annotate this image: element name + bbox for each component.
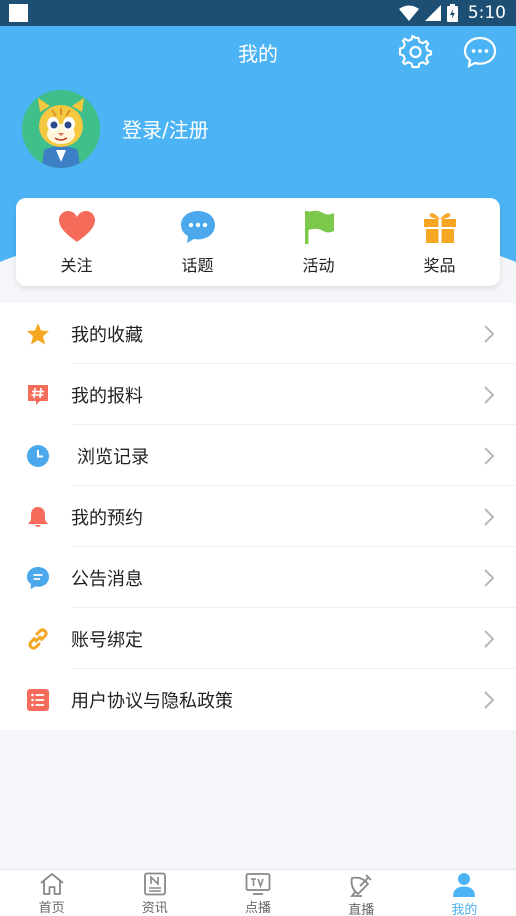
news-icon <box>143 872 166 896</box>
menu-label: 我的报料 <box>71 385 143 407</box>
battery-icon <box>446 4 458 22</box>
bell-icon <box>28 507 48 527</box>
signal-icon <box>424 5 441 21</box>
quick-prizes[interactable]: 奖品 <box>379 198 500 286</box>
flag-icon <box>304 210 334 244</box>
status-bar: 5:10 <box>0 0 516 26</box>
wifi-icon <box>398 5 419 21</box>
tab-live[interactable]: 直播 <box>310 870 413 916</box>
gift-icon <box>423 213 456 243</box>
menu-label: 浏览记录 <box>77 446 149 468</box>
quick-topics-label: 话题 <box>181 256 214 275</box>
menu-label: 用户协议与隐私政策 <box>71 690 233 712</box>
home-icon <box>40 873 64 895</box>
quick-activities[interactable]: 活动 <box>258 198 379 286</box>
chevron-right-icon <box>484 508 495 526</box>
gear-icon <box>398 34 433 69</box>
user-icon <box>453 873 476 897</box>
link-icon <box>28 628 48 650</box>
settings-button[interactable] <box>398 34 433 69</box>
clock-icon <box>27 445 49 467</box>
chevron-right-icon <box>484 691 495 709</box>
tab-home[interactable]: 首页 <box>0 870 103 916</box>
menu-item-announcements[interactable]: 公告消息 <box>0 547 516 608</box>
quick-activities-label: 活动 <box>302 256 335 275</box>
chevron-right-icon <box>484 630 495 648</box>
quick-prizes-label: 奖品 <box>423 256 456 275</box>
tab-label: 首页 <box>38 901 65 916</box>
menu-item-reservations[interactable]: 我的预约 <box>0 486 516 547</box>
tv-icon <box>245 873 271 895</box>
tab-label: 直播 <box>348 903 375 916</box>
hashtag-icon <box>28 385 48 405</box>
chevron-right-icon <box>484 325 495 343</box>
satellite-icon <box>350 874 372 897</box>
menu-item-privacy-policy[interactable]: 用户协议与隐私政策 <box>0 669 516 730</box>
menu-label: 公告消息 <box>71 568 143 590</box>
tab-label: 点播 <box>245 901 272 916</box>
quick-follow-label: 关注 <box>60 256 93 275</box>
bottom-tab-bar: 首页 资讯 点播 直播 我的 <box>0 869 516 916</box>
menu-item-reports[interactable]: 我的报料 <box>0 364 516 425</box>
chevron-right-icon <box>484 447 495 465</box>
tab-label: 我的 <box>451 903 478 916</box>
notification-icon <box>9 4 28 22</box>
menu-item-history[interactable]: 浏览记录 <box>0 425 516 486</box>
messages-button[interactable] <box>463 35 497 69</box>
list-icon <box>27 689 49 711</box>
chevron-right-icon <box>484 569 495 587</box>
tab-label: 资讯 <box>141 901 168 916</box>
quick-topics[interactable]: 话题 <box>137 198 258 286</box>
chat-icon <box>463 36 497 68</box>
menu-label: 账号绑定 <box>71 629 143 651</box>
menu-item-account-binding[interactable]: 账号绑定 <box>0 608 516 669</box>
menu-item-favorites[interactable]: 我的收藏 <box>0 303 516 364</box>
clock-text: 5:10 <box>467 3 506 23</box>
chat-bubble-icon <box>180 211 215 243</box>
quick-follow[interactable]: 关注 <box>16 198 137 286</box>
menu-label: 我的收藏 <box>71 324 143 346</box>
tab-on-demand[interactable]: 点播 <box>206 870 309 916</box>
cat-mascot-icon <box>22 90 100 168</box>
page-title: 我的 <box>238 42 278 66</box>
menu-label: 我的预约 <box>71 507 143 529</box>
login-register-link[interactable]: 登录/注册 <box>122 114 209 143</box>
settings-menu-list: 我的收藏 我的报料 浏览记录 我的预约 公告消息 账号绑定 用户协议与隐私政策 <box>0 303 516 730</box>
tab-mine[interactable]: 我的 <box>413 870 516 916</box>
quick-actions-card: 关注 话题 活动 奖品 <box>16 198 500 286</box>
heart-icon <box>58 211 95 242</box>
avatar[interactable] <box>22 90 100 168</box>
chevron-right-icon <box>484 386 495 404</box>
star-icon <box>27 323 49 345</box>
tab-news[interactable]: 资讯 <box>103 870 206 916</box>
message-icon <box>27 567 49 589</box>
